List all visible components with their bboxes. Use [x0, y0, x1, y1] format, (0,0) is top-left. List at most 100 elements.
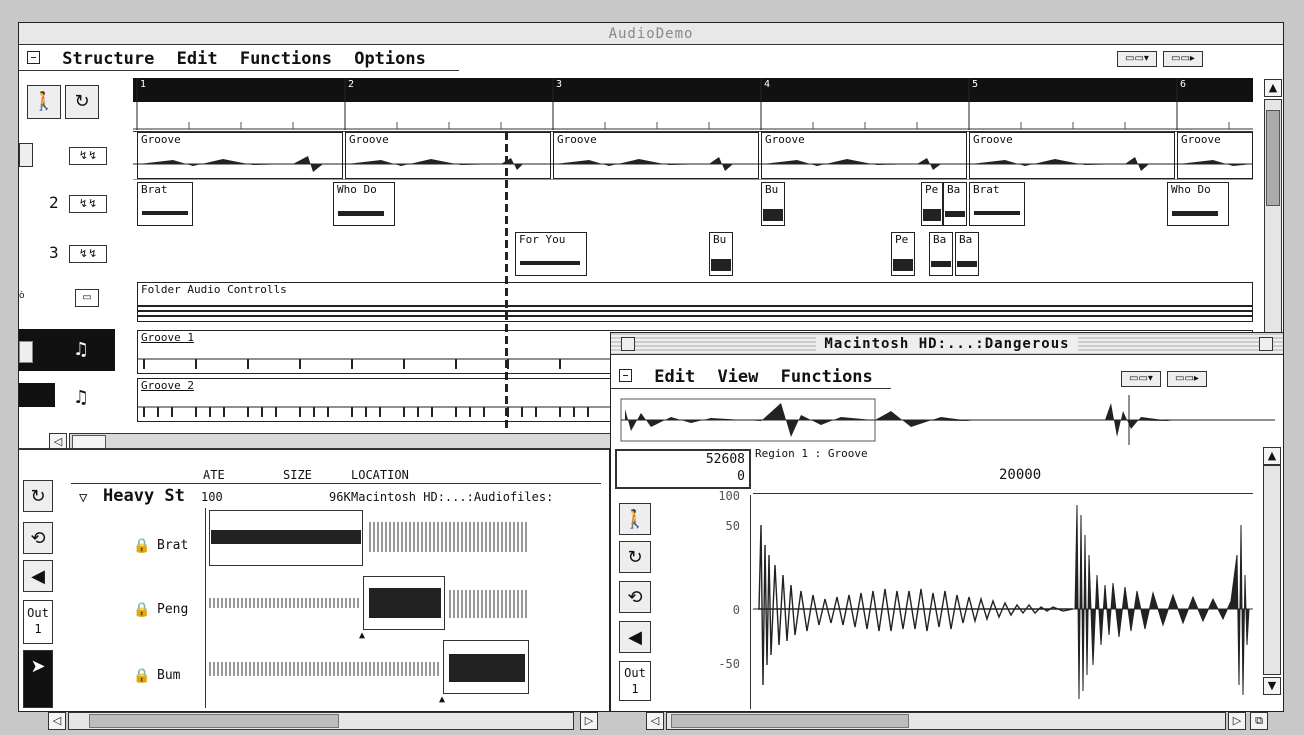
midi-track-2-selector[interactable] — [19, 383, 55, 407]
scroll-right-arrow-icon[interactable]: ▷ — [580, 712, 598, 730]
audio-horizontal-scrollbar[interactable] — [68, 712, 574, 730]
region-who-do[interactable]: Who Do — [333, 182, 395, 226]
loop-arrows-icon[interactable]: ↻ — [619, 541, 651, 573]
scroll-up-arrow-icon[interactable]: ▲ — [1264, 79, 1282, 97]
ruler-mark-3: 3 — [556, 79, 563, 90]
folder-region[interactable]: Folder Audio Controlls — [137, 282, 1253, 322]
overview-waveform[interactable] — [611, 391, 1285, 449]
track-1-selector[interactable] — [19, 341, 33, 363]
arrange-menubar: Structure Edit Functions Options — [19, 47, 459, 71]
zoom-box-icon[interactable] — [1259, 337, 1273, 351]
arrange-titlebar[interactable]: AudioDemo — [19, 23, 1283, 45]
zoom-connector-icon[interactable]: ▭▭▾ — [1121, 371, 1161, 387]
region-brat[interactable]: Brat — [137, 182, 193, 226]
scroll-down-arrow-icon[interactable]: ▼ — [1263, 677, 1281, 695]
region-for-you[interactable]: For You — [515, 232, 587, 276]
resize-box-icon[interactable]: ⧉ — [1250, 712, 1268, 730]
zoom-connector-icon-2[interactable]: ▭▭▸ — [1163, 51, 1203, 67]
column-location[interactable]: LOCATION — [351, 468, 409, 482]
bar-ruler[interactable] — [133, 78, 1253, 130]
ruler-mark-5: 5 — [972, 79, 979, 90]
menu-structure[interactable]: Structure — [62, 49, 154, 69]
pointer-arrow-icon[interactable]: ➤ — [23, 650, 53, 708]
column-size[interactable]: SIZE — [283, 468, 312, 482]
track-1-selector[interactable] — [19, 143, 33, 167]
lock-icon[interactable]: 🔒 — [133, 668, 150, 684]
menu-view[interactable]: View — [717, 367, 758, 387]
cycle-icon[interactable]: ⟲ — [619, 581, 651, 613]
speaker-icon[interactable]: ◀ — [619, 621, 651, 653]
loop-arrows-icon[interactable]: ↻ — [65, 85, 99, 119]
scroll-left-arrow-icon[interactable]: ◁ — [646, 712, 664, 730]
audio-track-icon[interactable]: ↯↯ — [69, 245, 107, 263]
scroll-up-arrow-icon[interactable]: ▲ — [1263, 447, 1281, 465]
out-display[interactable]: Out 1 — [23, 600, 53, 644]
region-brat-2[interactable]: Brat — [969, 182, 1025, 226]
instrument-icon[interactable]: ♫ — [73, 339, 89, 360]
region-ba[interactable]: Ba — [943, 182, 967, 226]
sample-editor-titlebar[interactable]: Macintosh HD:...:Dangerous — [611, 333, 1283, 355]
audio-folder-name[interactable]: Heavy St — [103, 486, 185, 506]
track-number-3: 3 — [49, 243, 59, 262]
close-box-icon[interactable] — [619, 368, 632, 382]
arrange-window-title: AudioDemo — [608, 26, 694, 42]
folder-disclosure-icon[interactable]: ▽ — [79, 490, 87, 506]
folder-size: 96K — [329, 490, 351, 504]
waveform-peng — [369, 588, 441, 618]
lock-icon[interactable]: 🔒 — [133, 538, 150, 554]
region-who-do-2[interactable]: Who Do — [1167, 182, 1229, 226]
sample-editor-window: Macintosh HD:...:Dangerous Edit View Fun… — [610, 332, 1284, 712]
folder-track-icon[interactable]: ▭ — [75, 289, 99, 307]
scroll-right-arrow-icon[interactable]: ▷ — [1228, 712, 1246, 730]
waveform-peng-lead — [209, 598, 359, 608]
close-box-icon[interactable] — [621, 337, 635, 351]
zoom-connector-icon[interactable]: ▭▭▾ — [1117, 51, 1157, 67]
sample-waveform[interactable] — [753, 495, 1253, 709]
midi-track-1-selected[interactable] — [19, 329, 115, 371]
menu-functions[interactable]: Functions — [240, 49, 332, 69]
scroll-left-arrow-icon[interactable]: ◁ — [48, 712, 66, 730]
anchor-marker-icon[interactable]: ▲ — [359, 630, 365, 641]
ruler-mark-6: 6 — [1180, 79, 1187, 90]
y-tick-50: 50 — [725, 519, 740, 533]
song-position-line[interactable] — [505, 132, 508, 432]
region-pe[interactable]: Pe — [921, 182, 943, 226]
audio-track-icon[interactable]: ↯↯ — [69, 195, 107, 213]
walking-figure-icon[interactable]: 🚶 — [619, 503, 651, 535]
menu-edit[interactable]: Edit — [654, 367, 695, 387]
waveform-brat — [211, 530, 361, 544]
close-box-icon[interactable] — [27, 50, 40, 64]
region-ba-2[interactable]: Ba — [929, 232, 953, 276]
sample-editor-menubar: Edit View Functions — [611, 365, 891, 389]
region-bu[interactable]: Bu — [761, 182, 785, 226]
position-display[interactable]: 52608 0 — [615, 449, 751, 489]
position-value: 52608 — [705, 452, 745, 467]
audio-file-bum[interactable]: Bum — [157, 668, 180, 683]
region-ba-3[interactable]: Ba — [955, 232, 979, 276]
walking-figure-icon[interactable]: 🚶 — [27, 85, 61, 119]
region-label: Region 1 : Groove — [755, 447, 868, 460]
loop-arrows-icon[interactable]: ↻ — [23, 480, 53, 512]
instrument-icon[interactable]: ♫ — [73, 387, 89, 408]
sample-ruler-line — [753, 493, 1253, 494]
speaker-icon[interactable]: ◀ — [23, 560, 53, 592]
sample-vertical-scrollbar[interactable] — [1263, 465, 1281, 675]
column-rate[interactable]: ATE — [203, 468, 225, 482]
anchor-marker-icon[interactable]: ▲ — [439, 694, 445, 705]
lock-icon[interactable]: 🔒 — [133, 602, 150, 618]
zoom-connector-icon-2[interactable]: ▭▭▸ — [1167, 371, 1207, 387]
sample-horizontal-scrollbar[interactable] — [666, 712, 1226, 730]
menu-edit[interactable]: Edit — [177, 49, 218, 69]
cycle-icon[interactable]: ⟲ — [23, 522, 53, 554]
out-display[interactable]: Out 1 — [619, 661, 651, 701]
region-pe-2[interactable]: Pe — [891, 232, 915, 276]
sample-editor-title: Macintosh HD:...:Dangerous — [816, 336, 1078, 352]
audio-track-icon[interactable]: ↯↯ — [69, 147, 107, 165]
folder-rate: 100 — [201, 490, 223, 504]
audio-file-brat[interactable]: Brat — [157, 538, 188, 553]
menu-options[interactable]: Options — [354, 49, 426, 69]
menu-functions[interactable]: Functions — [781, 367, 873, 387]
waveform-brat-tail — [369, 522, 529, 552]
region-bu-2[interactable]: Bu — [709, 232, 733, 276]
audio-file-peng[interactable]: Peng — [157, 602, 188, 617]
